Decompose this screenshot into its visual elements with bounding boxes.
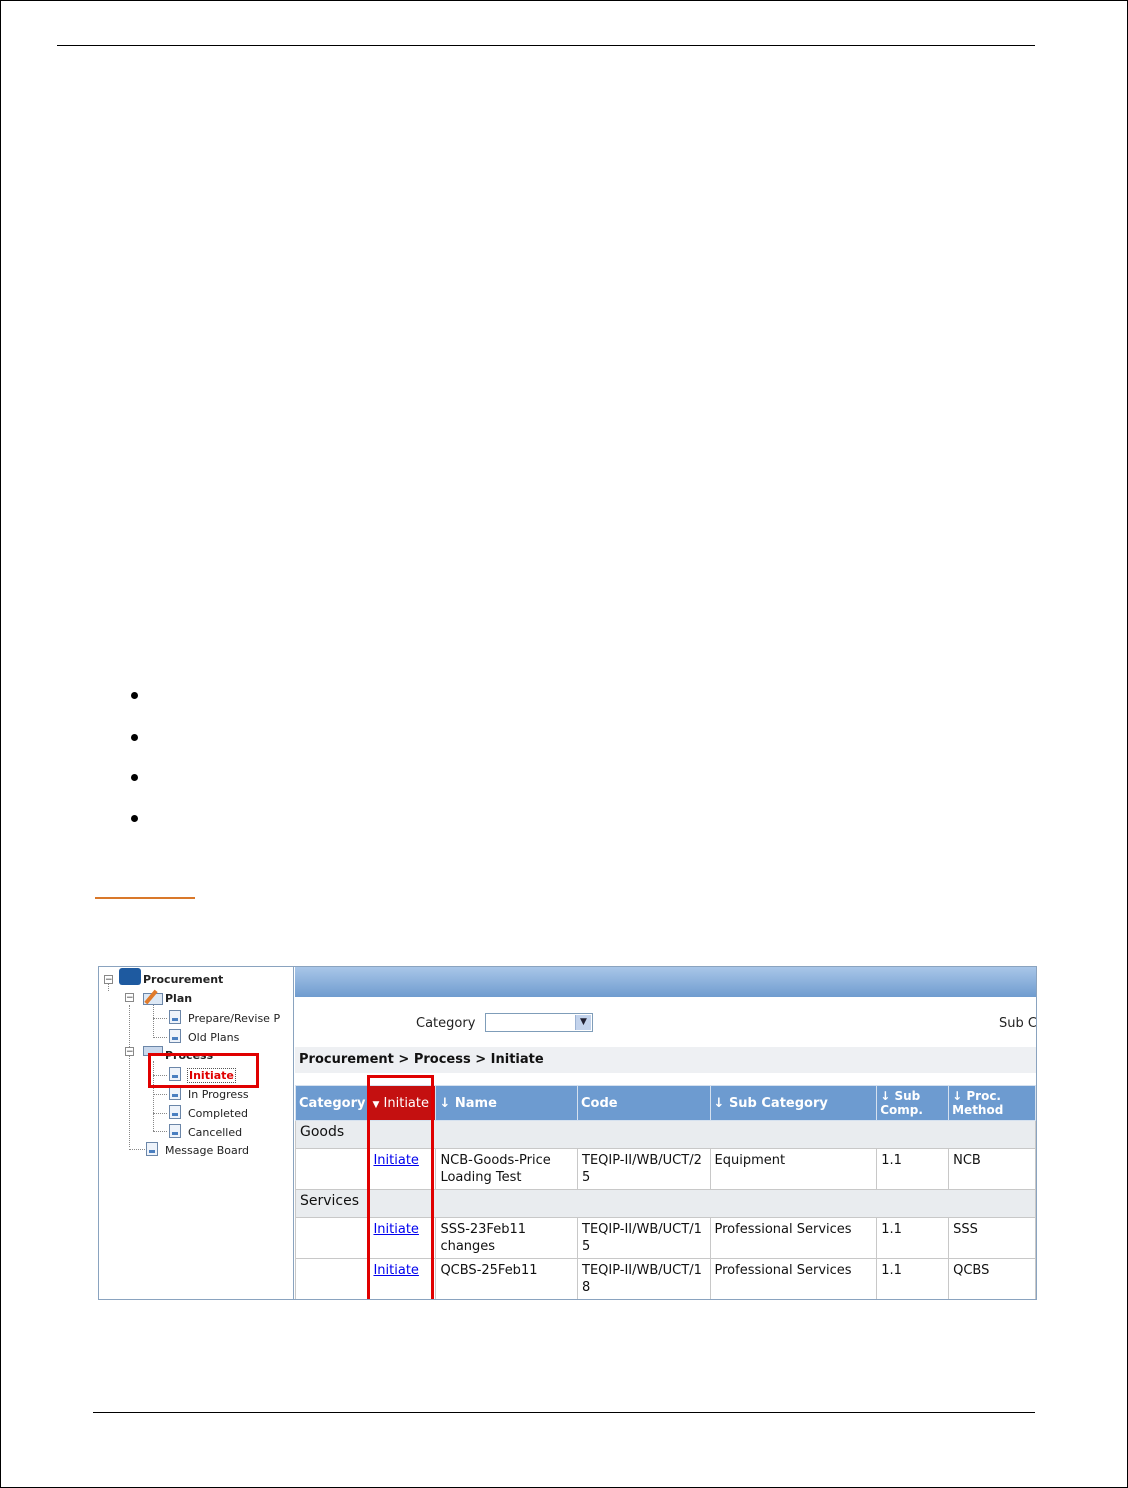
cell-sub-category: Professional Services — [709, 1258, 878, 1299]
collapse-root-icon[interactable]: − — [104, 975, 113, 985]
cell-sub-category: Equipment — [709, 1148, 878, 1190]
document-icon — [169, 1124, 181, 1138]
breadcrumb-text: Procurement > Process > Initiate — [299, 1052, 544, 1067]
cell-name: NCB-Goods-Price Loading Test — [435, 1148, 578, 1190]
category-select[interactable]: ▼ — [485, 1013, 593, 1032]
chevron-down-icon[interactable]: ▼ — [575, 1015, 591, 1030]
document-icon — [169, 1105, 181, 1119]
category-filter-label: Category — [416, 1016, 476, 1031]
document-icon — [169, 1086, 181, 1100]
highlight-box-tree-initiate — [148, 1053, 259, 1088]
column-header-proc-method[interactable]: ↓ Proc. Method — [948, 1085, 1036, 1121]
bullet-4 — [131, 815, 138, 822]
footer-rule — [93, 1412, 1035, 1413]
tree-item-old-plans[interactable]: Old Plans — [188, 1031, 239, 1044]
document-icon — [169, 1029, 181, 1043]
highlight-box-initiate-column — [367, 1075, 434, 1299]
cell-code: TEQIP-II/WB/UCT/18 — [577, 1258, 711, 1299]
tree-root-procurement[interactable]: Procurement — [143, 973, 223, 986]
bullet-2 — [131, 734, 138, 741]
cell-code: TEQIP-II/WB/UCT/15 — [577, 1217, 711, 1259]
tree-item-message-board[interactable]: Message Board — [165, 1144, 249, 1157]
sort-icon: ↓ — [713, 1095, 725, 1111]
section-underline — [95, 897, 195, 899]
collapse-process-icon[interactable]: − — [125, 1047, 134, 1057]
column-header-sub-category[interactable]: ↓ Sub Category — [709, 1085, 878, 1121]
cell-name: SSS-23Feb11 changes — [435, 1217, 578, 1259]
title-bar — [295, 967, 1036, 997]
column-header-category[interactable]: Category — [294, 1085, 370, 1121]
navigation-tree: − Procurement − Plan Prepare/Revise P Ol… — [99, 967, 294, 1299]
collapse-plan-icon[interactable]: − — [125, 993, 134, 1003]
document-icon — [146, 1142, 158, 1156]
header-rule — [57, 45, 1035, 46]
document-icon — [169, 1010, 181, 1024]
screenshot-figure: − Procurement − Plan Prepare/Revise P Ol… — [98, 966, 1037, 1300]
cell-proc-method: QCBS — [948, 1258, 1036, 1299]
sub-category-filter-label: Sub C — [999, 1016, 1037, 1031]
column-header-code[interactable]: Code — [577, 1085, 711, 1121]
cell-sub-comp: 1.1 — [876, 1148, 950, 1190]
tree-item-plan[interactable]: Plan — [165, 992, 192, 1005]
bullet-3 — [131, 774, 138, 781]
bullet-1 — [131, 692, 138, 699]
cell-proc-method: NCB — [948, 1148, 1036, 1190]
sort-icon: ↓ — [439, 1095, 451, 1111]
column-header-sub-comp[interactable]: ↓ Sub Comp. — [876, 1085, 950, 1121]
cell-sub-category: Professional Services — [709, 1217, 878, 1259]
cell-name: QCBS-25Feb11 — [435, 1258, 578, 1299]
breadcrumb: Procurement > Process > Initiate — [295, 1047, 1036, 1073]
tree-item-cancelled[interactable]: Cancelled — [188, 1126, 242, 1139]
sort-icon: ↓ — [952, 1089, 963, 1103]
tree-item-prepare-revise[interactable]: Prepare/Revise P — [188, 1012, 280, 1025]
procurement-icon — [119, 968, 141, 985]
cell-code: TEQIP-II/WB/UCT/25 — [577, 1148, 711, 1190]
tree-item-in-progress[interactable]: In Progress — [188, 1088, 249, 1101]
tree-item-completed[interactable]: Completed — [188, 1107, 248, 1120]
cell-proc-method: SSS — [948, 1217, 1036, 1259]
column-header-name[interactable]: ↓ Name — [435, 1085, 578, 1121]
sort-icon: ↓ — [880, 1089, 891, 1103]
cell-sub-comp: 1.1 — [876, 1217, 950, 1259]
cell-sub-comp: 1.1 — [876, 1258, 950, 1299]
